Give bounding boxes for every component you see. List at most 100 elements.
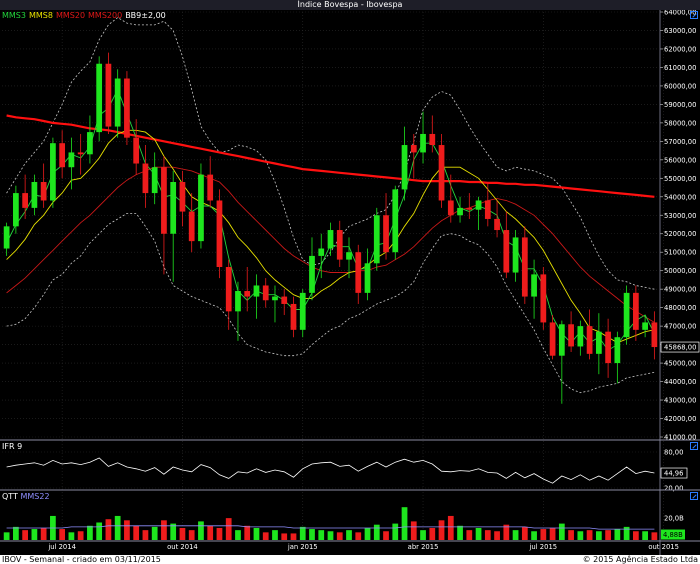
volume-bar	[216, 527, 223, 540]
price-axis-tick-label: 62000,00	[664, 45, 696, 53]
price-axis-tick-label: 49000,00	[664, 286, 696, 294]
candle-body	[364, 263, 371, 293]
candle-body	[642, 322, 648, 330]
volume-bar	[151, 526, 158, 540]
expand-icon[interactable]	[690, 442, 698, 450]
candle-body	[124, 78, 130, 138]
price-axis-tick-label: 58000,00	[664, 119, 696, 127]
time-axis: jul 2014 out 2014 jan 2015 abr 2015 jul 2015…	[47, 543, 679, 551]
candle-body	[410, 145, 417, 153]
candle-body	[281, 296, 288, 304]
candle-body	[68, 152, 75, 168]
volume-bar	[309, 529, 315, 540]
volume-bar	[124, 520, 130, 540]
candle-body	[133, 137, 140, 164]
volume-bar	[401, 507, 408, 540]
candle-body	[31, 182, 38, 208]
candle-body	[540, 274, 547, 323]
volume-bar	[605, 530, 611, 540]
volume-bar	[595, 531, 602, 540]
time-axis-tick-label: jan 2015	[287, 543, 318, 551]
volume-bar	[133, 525, 140, 540]
volume-bar	[244, 525, 251, 540]
candle-body	[161, 167, 167, 234]
candle-body	[142, 163, 149, 194]
price-axis-tick-label: 56000,00	[664, 156, 696, 164]
candle-body	[336, 230, 343, 260]
legend-mms8: MMS8	[28, 11, 53, 20]
candle-body	[438, 145, 445, 201]
volume-bar	[420, 530, 426, 540]
candle-body	[114, 78, 121, 127]
candle-body	[179, 182, 186, 212]
expand-icon[interactable]	[690, 11, 698, 19]
ifr-last-label: 44,96	[664, 470, 683, 478]
footer-info: IBOV - Semanal - criado em 03/11/2015	[2, 555, 161, 564]
candle-body	[151, 167, 158, 194]
candle-body	[595, 331, 602, 354]
candle-body	[429, 133, 436, 146]
price-axis-tick-label: 53000,00	[664, 212, 696, 220]
volume-bar	[410, 521, 417, 540]
ifr-panel: 20,00 80,00 44,96	[2, 449, 688, 493]
time-axis-tick-label: abr 2015	[408, 543, 439, 551]
volume-bar	[207, 525, 214, 540]
bollinger-bands	[6, 17, 655, 394]
time-axis-tick-label: jul 2014	[47, 543, 76, 551]
volume-bar	[142, 530, 149, 540]
candle-body	[309, 255, 315, 293]
candle-body	[198, 174, 204, 242]
volume-bar	[235, 530, 241, 540]
volume-bar	[346, 530, 352, 540]
volume-bar	[466, 530, 473, 540]
candle-body	[3, 226, 10, 249]
volume-bar	[188, 530, 195, 540]
time-axis-tick-label: out 2015	[648, 543, 679, 551]
candle-body	[244, 291, 251, 297]
candle-body	[13, 193, 19, 227]
candle-body	[632, 292, 639, 330]
legend-qtt: QTT	[2, 492, 18, 501]
candle-body	[475, 200, 482, 210]
candle-body	[96, 63, 103, 133]
price-axis-tick-label: 54000,00	[664, 193, 696, 201]
volume-bar	[3, 532, 10, 540]
candle-body	[447, 200, 454, 216]
volume-bar	[521, 526, 528, 540]
candle-body	[105, 63, 112, 127]
volume-legend: QTT MMS22	[2, 492, 50, 501]
ifr-line	[6, 457, 655, 484]
volume-bar	[68, 532, 75, 540]
time-axis-tick-label: out 2014	[167, 543, 198, 551]
volume-bar	[96, 522, 103, 540]
legend-mms22: MMS22	[20, 492, 50, 501]
volume-bar	[299, 526, 306, 540]
candle-body	[235, 291, 241, 312]
candle-body	[299, 292, 306, 330]
candle-body	[207, 174, 214, 201]
volume-bar	[457, 525, 463, 540]
volume-bar	[272, 530, 278, 540]
volume-bar	[105, 519, 112, 540]
candle-body	[420, 133, 426, 153]
candle-body	[40, 182, 47, 201]
candle-body	[22, 193, 29, 208]
volume-bar	[253, 527, 260, 540]
legend-bb: BB9±2,00	[125, 11, 166, 20]
candle-body	[253, 285, 260, 297]
candle-body	[225, 267, 232, 312]
volume-bar	[484, 530, 491, 540]
price-axis-tick-label: 47000,00	[664, 323, 696, 331]
volume-bar	[531, 531, 537, 540]
expand-icon[interactable]	[690, 492, 698, 500]
volume-panel: 20,0B 4,88B	[3, 507, 685, 540]
volume-bar	[642, 531, 648, 540]
volume-bar	[114, 515, 121, 540]
candle-body	[466, 207, 473, 210]
candle-body	[457, 207, 463, 216]
candle-body	[558, 324, 565, 356]
legend-mms20: MMS20	[55, 11, 86, 20]
volume-bar	[549, 527, 556, 540]
price-axis-tick-label: 57000,00	[664, 138, 696, 146]
price-axis-tick-label: 44000,00	[664, 378, 696, 386]
